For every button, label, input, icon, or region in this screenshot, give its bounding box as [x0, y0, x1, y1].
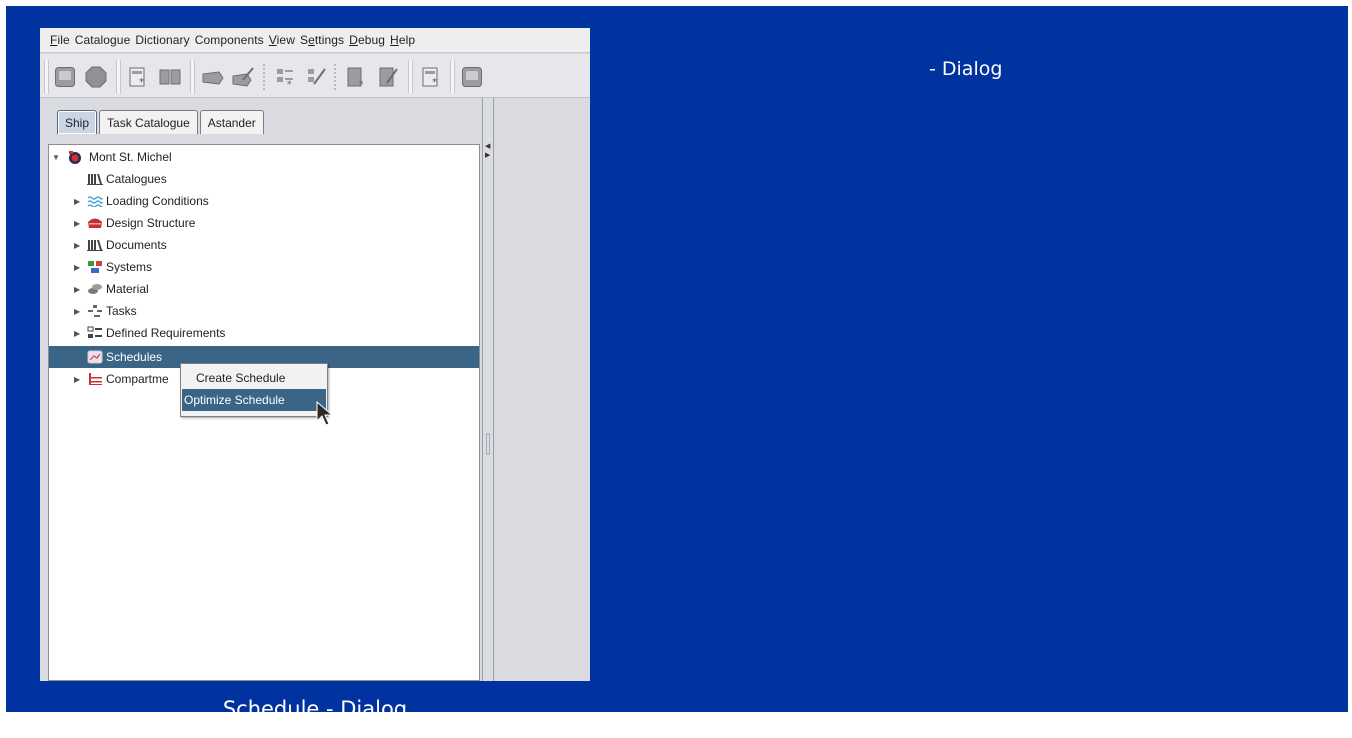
- expand-arrow-icon[interactable]: ▶: [74, 375, 82, 384]
- toolbar: * * * *: [40, 54, 590, 98]
- create-schedule-menu-item[interactable]: Create Schedule: [182, 367, 326, 389]
- tree-item-defined-requirements[interactable]: ▶ Defined Requirements: [49, 322, 479, 344]
- library-icon: [87, 238, 103, 252]
- menu-settings-mnemonic: e: [308, 33, 315, 47]
- tree-item-label: Schedules: [106, 350, 163, 364]
- edit-document-icon[interactable]: [375, 64, 401, 90]
- toolbar-separator: [116, 60, 121, 94]
- tree-item-label: Catalogues: [106, 172, 167, 186]
- toolbar-handle[interactable]: [44, 60, 49, 94]
- tree-root-label: Mont St. Michel: [89, 150, 172, 164]
- menubar: File Catalogue Dictionary Components Vie…: [40, 28, 590, 53]
- content-panel: [495, 98, 590, 681]
- tab-astander[interactable]: Astander: [199, 110, 264, 134]
- new-catalogue-icon[interactable]: *: [125, 64, 151, 90]
- toolbar-separator: [190, 60, 195, 94]
- tasks-icon: [87, 304, 103, 318]
- menu-file[interactable]: File: [50, 33, 70, 47]
- menu-view-mnemonic: V: [268, 33, 277, 47]
- expand-arrow-icon[interactable]: ▶: [74, 219, 82, 228]
- menu-debug-rest: ebug: [357, 33, 386, 47]
- menu-components[interactable]: Components: [195, 33, 264, 47]
- save-icon[interactable]: [52, 64, 78, 90]
- expand-arrow-icon[interactable]: ▶: [74, 241, 82, 250]
- move-icon[interactable]: [200, 64, 226, 90]
- menu-debug-mnemonic: D: [349, 33, 358, 47]
- menu-settings[interactable]: Settings: [300, 33, 344, 47]
- menu-settings-rest: ttings: [314, 33, 345, 47]
- systems-icon: [87, 260, 103, 274]
- tree-item-documents[interactable]: ▶ Documents: [49, 234, 479, 256]
- context-menu: Create Schedule Optimize Schedule: [180, 363, 328, 417]
- tree-item-systems[interactable]: ▶ Systems: [49, 256, 479, 278]
- menu-view[interactable]: View: [269, 33, 295, 47]
- new-document-icon[interactable]: *: [343, 64, 369, 90]
- edit-icon[interactable]: [230, 64, 256, 90]
- menu-file-rest: ile: [57, 33, 70, 47]
- tab-task-catalogue[interactable]: Task Catalogue: [99, 110, 198, 134]
- save-icon[interactable]: [459, 64, 485, 90]
- toolbar-separator: [263, 64, 265, 90]
- optimize-schedule-menu-item[interactable]: Optimize Schedule: [182, 389, 326, 411]
- tree-item-loading-conditions[interactable]: ▶ Loading Conditions: [49, 190, 479, 212]
- tab-ship[interactable]: Ship: [57, 110, 98, 134]
- tree-item-catalogues[interactable]: Catalogues: [49, 168, 479, 190]
- svg-text:*: *: [139, 77, 144, 88]
- collapse-arrow-icon[interactable]: ▼: [52, 153, 60, 162]
- collapse-left-arrow-icon[interactable]: ◀: [485, 142, 490, 150]
- ship-icon: [67, 150, 83, 164]
- material-icon: [87, 282, 103, 296]
- toolbar-separator: [450, 60, 455, 94]
- menu-view-rest: iew: [276, 33, 295, 47]
- open-book-icon[interactable]: [157, 64, 183, 90]
- expand-arrow-icon[interactable]: ▶: [74, 329, 82, 338]
- expand-arrow-icon[interactable]: ▶: [74, 307, 82, 316]
- requirements-icon: [87, 326, 103, 340]
- tree-item-design-structure[interactable]: ▶ Design Structure: [49, 212, 479, 234]
- waves-icon: [87, 194, 103, 208]
- toolbar-separator: [334, 64, 336, 90]
- menu-dictionary[interactable]: Dictionary: [135, 33, 189, 47]
- new-list-icon[interactable]: *: [272, 64, 298, 90]
- tree-item-label: Tasks: [106, 304, 137, 318]
- splitter-grip-icon[interactable]: [486, 433, 490, 455]
- split-pane-divider[interactable]: ◀ ▶: [482, 98, 494, 681]
- stop-icon[interactable]: [83, 64, 109, 90]
- tree-item-label: Systems: [106, 260, 153, 274]
- edit-list-icon[interactable]: [303, 64, 329, 90]
- svg-text:*: *: [359, 80, 364, 88]
- hull-icon: [87, 216, 103, 230]
- new-catalogue-icon[interactable]: *: [418, 64, 444, 90]
- tab-bar: Ship Task Catalogue Astander: [57, 110, 266, 134]
- tree-item-label: Material: [106, 282, 149, 296]
- svg-text:*: *: [287, 80, 292, 88]
- tree-item-label: Design Structure: [106, 216, 196, 230]
- expand-arrow-icon[interactable]: ▶: [74, 263, 82, 272]
- menu-catalogue[interactable]: Catalogue: [75, 33, 131, 47]
- menu-debug[interactable]: Debug: [349, 33, 385, 47]
- expand-arrow-icon[interactable]: ▶: [74, 197, 82, 206]
- tree-item-tasks[interactable]: ▶ Tasks: [49, 300, 479, 322]
- slide-right-title: - Dialog: [929, 58, 1003, 80]
- slide-caption: Schedule - Dialog: [222, 697, 408, 721]
- svg-text:*: *: [432, 77, 437, 88]
- toolbar-separator: [408, 60, 413, 94]
- compartments-icon: [87, 372, 103, 386]
- menu-help-rest: elp: [398, 33, 416, 47]
- tree-item-label: Compartme: [106, 372, 169, 386]
- tree-item-label: Loading Conditions: [106, 194, 209, 208]
- expand-arrow-icon[interactable]: ▶: [74, 285, 82, 294]
- library-icon: [87, 172, 103, 186]
- menu-settings-start: S: [299, 33, 309, 47]
- menu-help[interactable]: Help: [390, 33, 415, 47]
- tree-item-label: Defined Requirements: [106, 326, 226, 340]
- application-window: File Catalogue Dictionary Components Vie…: [40, 28, 590, 681]
- tree-item-label: Documents: [106, 238, 167, 252]
- tree-root-row[interactable]: ▼ Mont St. Michel: [49, 146, 479, 168]
- tree-item-material[interactable]: ▶ Material: [49, 278, 479, 300]
- menu-help-mnemonic: H: [390, 33, 399, 47]
- expand-right-arrow-icon[interactable]: ▶: [485, 151, 490, 159]
- schedule-icon: [87, 350, 103, 364]
- mouse-cursor-icon: [316, 401, 334, 426]
